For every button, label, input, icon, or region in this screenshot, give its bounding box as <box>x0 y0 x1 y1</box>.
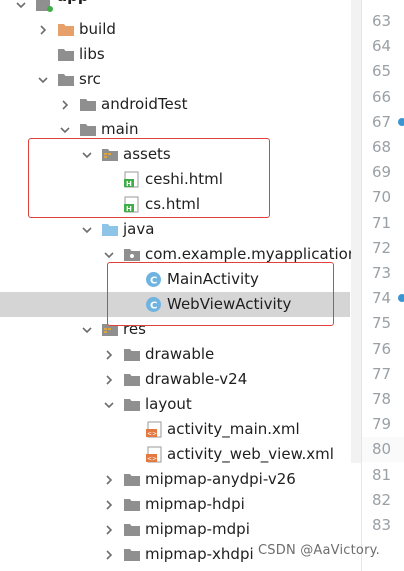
line-number: 68 <box>372 138 392 156</box>
editor-line-gutter: 63 64 65 66 67 68 69 70 71 72 73 74 75 76 77 78 79 80 81 82… <box>362 0 404 571</box>
tree-row[interactable]: drawable-v24 <box>0 367 350 392</box>
chevron-right-icon[interactable] <box>103 499 115 511</box>
tree-scrollbar[interactable] <box>351 0 361 463</box>
line-number: 64 <box>372 37 392 56</box>
tree-row-label: activity_web_view.xml <box>167 445 334 463</box>
folder-icon <box>79 121 97 138</box>
xml-file-icon: <> <box>145 421 163 438</box>
chevron-right-icon[interactable] <box>103 474 115 486</box>
line-number: 72 <box>372 238 392 257</box>
folder-icon <box>79 96 97 113</box>
chevron-down-icon[interactable] <box>81 224 93 236</box>
source-folder-icon <box>101 221 119 238</box>
tree-row-label: activity_main.xml <box>167 420 300 438</box>
tree-row[interactable]: mipmap-mdpi <box>0 517 350 542</box>
line-number: 71 <box>372 213 392 232</box>
line-number: 80 <box>372 440 392 459</box>
tree-row-label: drawable <box>145 345 215 363</box>
line-number: 76 <box>372 339 392 358</box>
watermark: CSDN @AaVictory. <box>258 543 380 558</box>
line-number: 75 <box>372 314 392 333</box>
tree-row-label: mipmap-mdpi <box>145 520 250 538</box>
tree-row-label: layout <box>145 395 192 413</box>
folder-icon <box>123 496 141 513</box>
chevron-right-icon[interactable] <box>103 524 115 536</box>
tree-row[interactable]: mipmap-anydpi-v26 <box>0 467 350 492</box>
line-number: 83 <box>372 516 392 534</box>
chevron-down-icon[interactable] <box>81 324 93 336</box>
tree-row[interactable]: drawable <box>0 342 350 367</box>
tree-row-label: src <box>79 70 101 88</box>
tree-row-label: app <box>57 0 89 7</box>
tree-row-label: drawable-v24 <box>145 370 248 388</box>
package-icon <box>123 246 141 263</box>
tree-row-label: mipmap-anydpi-v26 <box>145 470 296 488</box>
line-number: 79 <box>372 415 392 434</box>
tree-row[interactable]: <> activity_web_view.xml <box>0 442 350 467</box>
chevron-down-icon[interactable] <box>37 74 49 86</box>
chevron-down-icon[interactable] <box>59 124 71 136</box>
tree-row[interactable]: <> activity_main.xml <box>0 417 350 442</box>
line-number: 73 <box>372 264 392 282</box>
tree-row-label: mipmap-hdpi <box>145 495 245 513</box>
tree-row[interactable]: libs <box>0 42 350 67</box>
chevron-right-icon[interactable] <box>103 349 115 361</box>
line-number: 65 <box>372 62 392 81</box>
folder-icon <box>123 546 141 563</box>
line-number: 81 <box>372 465 392 484</box>
tree-row[interactable]: layout <box>0 392 350 417</box>
line-number: 77 <box>372 364 392 383</box>
tree-row-label: main <box>101 120 139 138</box>
tree-row[interactable]: java <box>0 217 350 242</box>
chevron-down-icon[interactable] <box>103 249 115 261</box>
line-number: 63 <box>372 12 392 30</box>
tree-row-label: mipmap-xhdpi <box>145 545 254 563</box>
chevron-down-icon[interactable] <box>103 399 115 411</box>
line-number: 67 <box>372 112 392 131</box>
folder-icon <box>57 46 75 63</box>
gutter-marker-icon[interactable] <box>398 294 404 303</box>
xml-file-icon: <> <box>145 446 163 463</box>
folder-excluded-icon <box>57 21 75 38</box>
svg-text:<>: <> <box>147 456 157 463</box>
line-number: 78 <box>372 390 392 408</box>
folder-icon <box>57 71 75 88</box>
line-number: 70 <box>372 188 392 207</box>
tree-row-label: androidTest <box>101 95 188 113</box>
svg-text:<>: <> <box>147 431 157 438</box>
tree-row-label: libs <box>79 45 105 63</box>
tree-row[interactable]: mipmap-hdpi <box>0 492 350 517</box>
tree-row[interactable]: src <box>0 67 350 92</box>
folder-icon <box>123 396 141 413</box>
chevron-down-icon[interactable] <box>15 0 27 11</box>
folder-icon <box>123 346 141 363</box>
tree-row[interactable]: build <box>0 17 350 42</box>
folder-icon <box>123 471 141 488</box>
gutter-marker-icon[interactable] <box>398 117 404 126</box>
assets-highlight-box <box>28 138 270 218</box>
activities-highlight-box <box>107 262 334 326</box>
chevron-right-icon[interactable] <box>59 99 71 111</box>
line-number: 69 <box>372 163 392 182</box>
line-number: 74 <box>372 289 392 308</box>
line-number: 82 <box>372 490 392 509</box>
chevron-right-icon[interactable] <box>103 549 115 561</box>
line-number: 66 <box>372 87 392 106</box>
tree-row[interactable]: androidTest <box>0 92 350 117</box>
chevron-right-icon[interactable] <box>37 24 49 36</box>
folder-icon <box>123 521 141 538</box>
folder-icon <box>123 371 141 388</box>
tree-row[interactable]: app <box>0 0 350 17</box>
tree-row-label: java <box>123 220 155 238</box>
chevron-right-icon[interactable] <box>103 374 115 386</box>
module-icon <box>35 0 53 13</box>
tree-row-label: build <box>79 20 116 38</box>
